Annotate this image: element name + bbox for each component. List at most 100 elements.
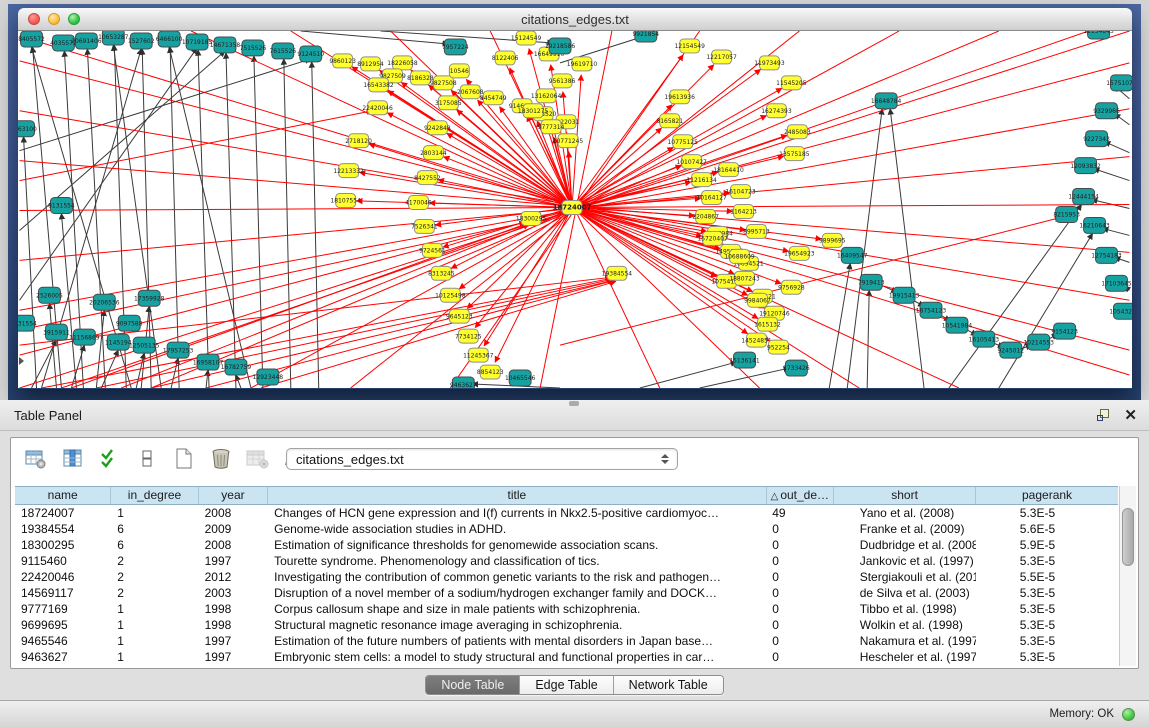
table-cell: 0 bbox=[766, 617, 834, 633]
graph-node-label: 4170046 bbox=[405, 200, 432, 207]
graph-node-label: 16648784 bbox=[871, 98, 902, 105]
tab-network-table[interactable]: Network Table bbox=[614, 676, 723, 694]
float-panel-icon[interactable] bbox=[1097, 409, 1110, 422]
graph-node-label: 10107427 bbox=[676, 159, 707, 166]
table-row[interactable]: 1830029562008Estimation of significance … bbox=[15, 537, 1118, 553]
graph-node-label: 9097588 bbox=[116, 320, 143, 327]
table-cell: Wolkin et al. (1998) bbox=[834, 617, 976, 633]
table-cell: Corpus callosum shape and size in male p… bbox=[268, 601, 766, 617]
table-cell: Nakamura et al. (1997) bbox=[834, 633, 976, 649]
graph-node-label: 18301275 bbox=[518, 108, 549, 115]
graph-node-label: 14671358 bbox=[210, 42, 241, 49]
network-view-window: citations_edges.txt 18724007183002951938… bbox=[18, 8, 1132, 389]
memory-status-indicator[interactable] bbox=[1122, 708, 1135, 721]
show-columns-icon[interactable] bbox=[61, 447, 85, 471]
scrollbar-thumb[interactable] bbox=[1122, 508, 1134, 566]
table-header-row[interactable]: namein_degreeyeartitle△out_de…shortpager… bbox=[15, 486, 1118, 505]
table-row[interactable]: 1456911722003Disruption of a novel membe… bbox=[15, 585, 1118, 601]
close-panel-icon[interactable]: ✕ bbox=[1124, 409, 1137, 422]
table-row[interactable]: 946362711997Embryonic stem cells: a mode… bbox=[15, 649, 1118, 665]
network-window-title: citations_edges.txt bbox=[18, 12, 1132, 27]
new-document-icon[interactable] bbox=[172, 447, 196, 471]
network-svg: 1872400718300295193845549860123891295418… bbox=[18, 31, 1132, 388]
graph-node-label: 8165821 bbox=[656, 118, 683, 125]
column-header-name[interactable]: name bbox=[15, 487, 111, 504]
graph-node-label: 1733426 bbox=[783, 365, 810, 372]
graph-node-label: 13162064 bbox=[531, 93, 562, 100]
table-selector-dropdown[interactable]: citations_edges.txt bbox=[286, 448, 678, 470]
graph-node-label: 9984067 bbox=[744, 297, 771, 304]
graph-node-label: 11245367 bbox=[463, 352, 494, 359]
graph-node-label: 11973493 bbox=[754, 60, 785, 67]
graph-node-label: 9756928 bbox=[778, 284, 805, 291]
graph-node-label: 9860123 bbox=[329, 58, 356, 65]
graph-node-label: 7919413 bbox=[858, 279, 885, 286]
table-row[interactable]: 2242004622012Investigating the contribut… bbox=[15, 569, 1118, 585]
graph-node-label: 9921854 bbox=[633, 31, 660, 38]
graph-node-label: 19384554 bbox=[602, 271, 633, 278]
memory-status-label: Memory: OK bbox=[1049, 708, 1114, 720]
table-cell: 5.3E-5 bbox=[976, 633, 1118, 649]
graph-node-label: 12213332 bbox=[333, 168, 364, 175]
graph-node-label: 16105413 bbox=[969, 336, 1000, 343]
graph-node-label: 18300295 bbox=[516, 216, 547, 223]
table-settings-icon[interactable] bbox=[24, 447, 48, 471]
graph-node-label: 10541984 bbox=[942, 322, 973, 329]
table-row[interactable]: 1938455462009Genome-wide association stu… bbox=[15, 521, 1118, 537]
network-window-titlebar[interactable]: citations_edges.txt bbox=[18, 8, 1132, 31]
graph-node-label: 1164213 bbox=[730, 209, 757, 216]
graph-node-label: 12754183 bbox=[1091, 253, 1122, 260]
table-cell: Embryonic stem cells: a model to study s… bbox=[268, 649, 766, 665]
column-header-in_degree[interactable]: in_degree bbox=[111, 487, 198, 504]
graph-node-label: 15751074 bbox=[1106, 80, 1132, 87]
graph-node-label: 12154843 bbox=[1083, 31, 1114, 35]
table-cell: 1997 bbox=[199, 553, 269, 569]
table-cell: 1 bbox=[111, 633, 198, 649]
network-canvas[interactable]: 1872400718300295193845549860123891295418… bbox=[18, 31, 1132, 388]
table-row[interactable]: 969969511998Structural magnetic resonanc… bbox=[15, 617, 1118, 633]
table-cell: 2 bbox=[111, 569, 198, 585]
table-row[interactable]: 1872400712008Changes of HCN gene express… bbox=[15, 505, 1118, 521]
panel-expand-arrow[interactable] bbox=[19, 357, 24, 365]
delete-icon[interactable] bbox=[209, 447, 233, 471]
table-cell: 9465546 bbox=[15, 633, 111, 649]
graph-node-label: 10164127 bbox=[696, 195, 727, 202]
graph-node-label: 8427552 bbox=[414, 175, 441, 182]
table-cell: 5.3E-5 bbox=[976, 505, 1118, 521]
rows-icon[interactable] bbox=[135, 447, 159, 471]
dropdown-arrows-icon bbox=[661, 454, 669, 464]
column-header-year[interactable]: year bbox=[199, 487, 269, 504]
table-cell: Tourette syndrome. Phenomenology and cla… bbox=[268, 553, 766, 569]
table-cell: 0 bbox=[766, 601, 834, 617]
table-cell: 5.3E-5 bbox=[976, 649, 1118, 665]
graph-node-label: 2063100 bbox=[18, 126, 37, 133]
graph-node-label: 2204867 bbox=[692, 214, 719, 221]
table-cell: Franke et al. (2009) bbox=[834, 521, 976, 537]
table-cell: Tibbo et al. (1998) bbox=[834, 601, 976, 617]
table-cell: 5.9E-5 bbox=[976, 537, 1118, 553]
select-attributes-icon[interactable] bbox=[98, 447, 122, 471]
column-header-out_de[interactable]: △out_de… bbox=[767, 487, 835, 504]
tab-node-table[interactable]: Node Table bbox=[426, 676, 520, 694]
graph-node-label: 9724561 bbox=[419, 248, 446, 255]
graph-node-label: 8912954 bbox=[357, 61, 384, 68]
table-cell: 9115460 bbox=[15, 553, 111, 569]
column-header-title[interactable]: title bbox=[268, 487, 766, 504]
graph-node-label: 2718120 bbox=[345, 138, 372, 145]
table-row[interactable]: 977716911998Corpus callosum shape and si… bbox=[15, 601, 1118, 617]
column-header-pagerank[interactable]: pagerank bbox=[976, 487, 1118, 504]
table-row[interactable]: 911546021997Tourette syndrome. Phenomeno… bbox=[15, 553, 1118, 569]
graph-node-label: 8454749 bbox=[480, 95, 507, 102]
table-cell: 5.3E-5 bbox=[976, 617, 1118, 633]
column-header-short[interactable]: short bbox=[834, 487, 976, 504]
splitter-handle[interactable] bbox=[569, 401, 579, 406]
table-panel-body: f(x) citations_edges.txt namein_degreeye… bbox=[0, 431, 1149, 727]
vertical-scrollbar[interactable] bbox=[1119, 486, 1136, 666]
graph-node-label: 8854123 bbox=[477, 369, 504, 376]
tab-edge-table[interactable]: Edge Table bbox=[520, 676, 613, 694]
graph-node-label: 8122406 bbox=[492, 55, 519, 62]
table-row[interactable]: 946554611997Estimation of the future num… bbox=[15, 633, 1118, 649]
table-cell: 2008 bbox=[199, 537, 269, 553]
graph-node-label: 13575185 bbox=[779, 151, 810, 158]
graph-node-label: 7515526 bbox=[240, 45, 267, 52]
